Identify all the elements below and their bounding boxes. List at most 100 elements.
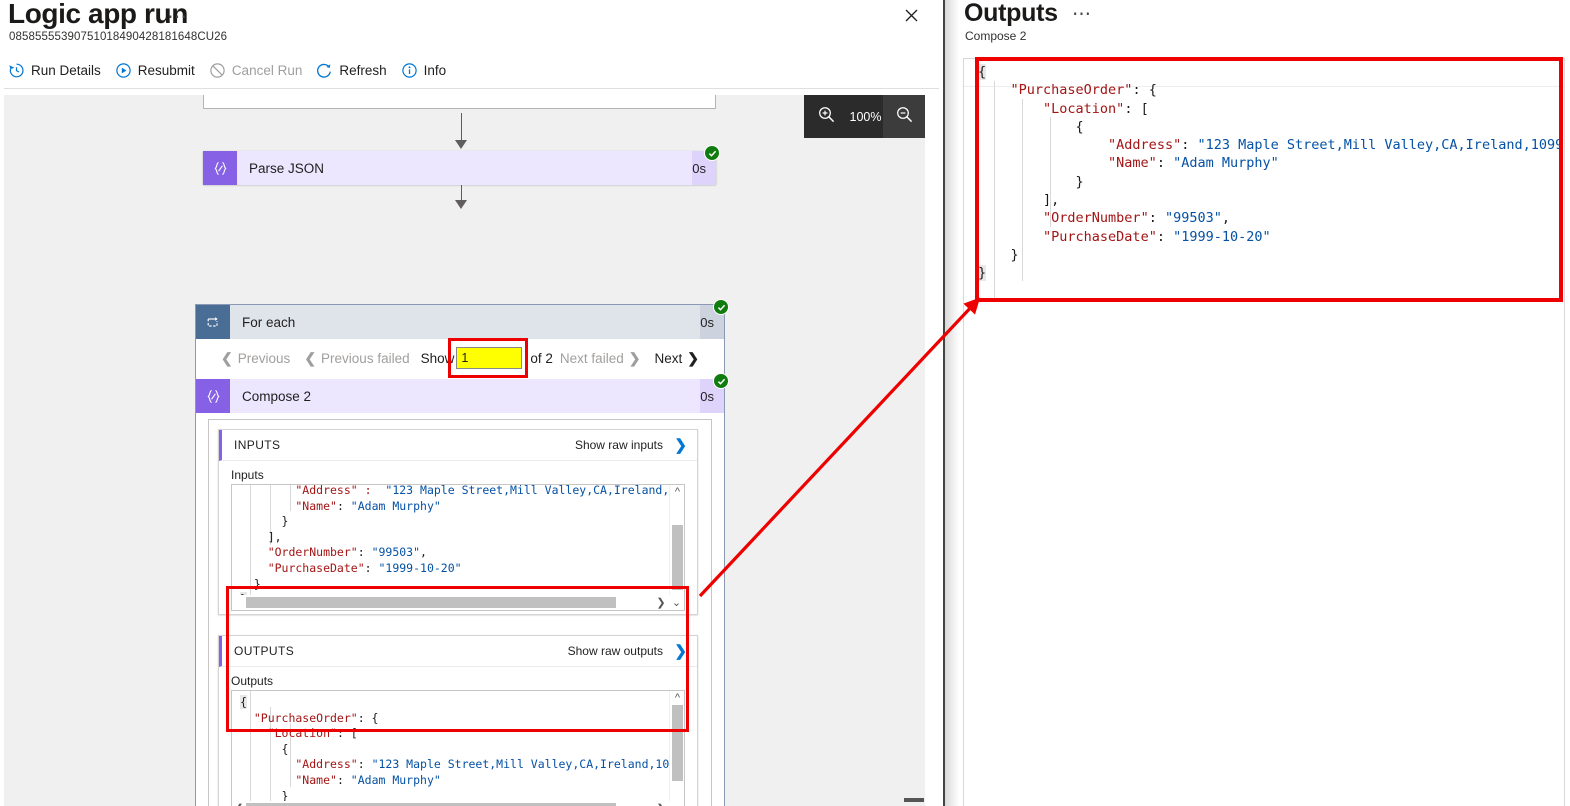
canvas-right-padding	[925, 95, 939, 806]
show-raw-outputs-link[interactable]: Show raw outputs	[568, 644, 663, 658]
status-succeeded-icon	[713, 373, 729, 389]
chevron-down-icon[interactable]: ⌄	[669, 595, 684, 610]
status-succeeded-icon	[713, 299, 729, 315]
node-compose-2-label: Compose 2	[230, 379, 701, 413]
cancel-run-button: Cancel Run	[209, 57, 303, 83]
json-line: }	[1075, 173, 1084, 190]
pager-next-label: Next	[654, 350, 683, 366]
pager-previous-failed-button: ❮ Previous failed	[304, 350, 409, 367]
pager-next-failed-label: Next failed	[559, 350, 624, 366]
chevron-left-icon: ❮	[221, 349, 233, 366]
outputs-vertical-scroll-thumb[interactable]	[672, 705, 683, 781]
inputs-header-label: INPUTS	[234, 438, 281, 452]
compose-2-details-panel: INPUTS Show raw inputs ❯ Inputs "Address…	[208, 419, 712, 806]
connector-arrowhead	[455, 140, 467, 149]
pager-next-button[interactable]: Next ❯	[654, 350, 699, 367]
inputs-card: INPUTS Show raw inputs ❯ Inputs "Address…	[218, 429, 698, 615]
close-blade-button[interactable]	[896, 2, 926, 28]
status-succeeded-icon	[704, 145, 720, 161]
pager-previous-failed-label: Previous failed	[321, 350, 410, 366]
json-line: "PurchaseDate": "1999-10-20"	[1043, 228, 1271, 245]
zoom-level-label: 100%	[848, 95, 883, 138]
canvas-vertical-scrollbar[interactable]	[901, 95, 925, 806]
node-parse-json[interactable]: Parse JSON 0s	[203, 145, 720, 185]
close-icon	[905, 9, 918, 22]
foreach-loop-icon	[196, 305, 230, 339]
more-options-icon[interactable]: ⋯	[1072, 5, 1092, 24]
command-bar: Run Details Resubmit Cancel Run Refresh …	[0, 56, 943, 84]
panel-separator-shadow	[945, 0, 959, 806]
resubmit-button[interactable]: Resubmit	[115, 57, 195, 83]
run-details-label: Run Details	[31, 62, 101, 78]
canvas-horizontal-scroll-thumb[interactable]	[904, 798, 924, 802]
scope-for-each[interactable]: For each 0s ❮ Previous ❮ Previous failed	[195, 299, 729, 806]
node-compose-2[interactable]: Compose 2 0s	[196, 373, 729, 413]
chevron-left-icon[interactable]: ❮	[232, 801, 246, 806]
info-button[interactable]: Info	[401, 57, 447, 83]
logic-app-run-blade: Logic app run ⋯ 085855553907510184904281…	[0, 0, 943, 806]
pager-next-failed-button: Next failed ❯	[560, 350, 641, 367]
outputs-panel-json: { "PurchaseOrder": { "Location": [ { "Ad…	[978, 63, 1564, 283]
more-options-icon[interactable]: ⋯	[167, 7, 188, 27]
inputs-code-box[interactable]: "Address" : "123 Maple Street,Mill Valle…	[231, 484, 685, 611]
inputs-code-text: "Address" : "123 Maple Street,Mill Valle…	[236, 485, 684, 608]
page-title: Logic app run	[8, 0, 188, 29]
zoom-in-button[interactable]	[804, 95, 848, 138]
chevron-right-icon[interactable]: ❯	[654, 595, 668, 610]
chevron-right-icon[interactable]: ❯	[654, 801, 668, 806]
run-details-button[interactable]: Run Details	[8, 57, 101, 83]
show-raw-inputs-link[interactable]: Show raw inputs	[575, 438, 663, 452]
pager-show-label: Show	[420, 350, 455, 366]
pager-previous-label: Previous	[237, 350, 291, 366]
outputs-vertical-scrollbar[interactable]: ^	[669, 691, 684, 801]
zoom-out-magnifier-icon	[895, 105, 914, 129]
refresh-button[interactable]: Refresh	[316, 57, 387, 83]
connector-line	[461, 113, 462, 143]
resubmit-label: Resubmit	[137, 62, 195, 78]
iteration-pager: ❮ Previous ❮ Previous failed Show of 2 N	[196, 338, 724, 378]
indent-guide	[1050, 117, 1051, 227]
cancel-run-label: Cancel Run	[231, 62, 303, 78]
chevron-down-icon[interactable]: ⌄	[669, 801, 684, 806]
inputs-card-header: INPUTS Show raw inputs ❯	[219, 430, 697, 461]
outputs-card-header: OUTPUTS Show raw outputs ❯	[219, 636, 697, 667]
zoom-in-magnifier-icon	[817, 105, 836, 129]
inputs-horizontal-scroll-thumb[interactable]	[246, 597, 616, 608]
run-id-label: 08585555390751018490428181648CU26	[9, 31, 228, 43]
workflow-designer-canvas[interactable]: Parse JSON 0s For each 0s ❮ Previous ❮ P…	[4, 95, 939, 806]
outputs-code-text: { "PurchaseOrder": { "Location": [ { "Ad…	[240, 695, 685, 806]
pager-input-wrap	[448, 338, 529, 378]
outputs-header-label: OUTPUTS	[234, 644, 295, 658]
outputs-panel-title: Outputs	[964, 0, 1058, 27]
history-clock-icon	[8, 62, 25, 79]
outputs-panel-code-frame[interactable]: { "PurchaseOrder": { "Location": [ { "Ad…	[963, 58, 1565, 806]
chevron-right-icon: ❯	[628, 349, 641, 366]
chevron-up-icon[interactable]: ^	[671, 691, 684, 705]
inputs-horizontal-scrollbar[interactable]	[232, 595, 669, 610]
pager-page-input[interactable]	[456, 347, 523, 369]
inputs-sublabel: Inputs	[231, 468, 264, 482]
json-line: "Name": "Adam Murphy"	[1108, 155, 1279, 172]
json-line: }	[978, 265, 987, 282]
chevron-right-icon[interactable]: ❯	[674, 642, 687, 660]
pager-previous-button: ❮ Previous	[221, 350, 290, 367]
info-label: Info	[423, 62, 447, 78]
indent-guide	[1022, 99, 1023, 281]
json-line: {	[1075, 118, 1084, 135]
zoom-out-button[interactable]	[883, 95, 925, 138]
play-circle-icon	[115, 62, 132, 79]
chevron-right-icon: ❯	[687, 349, 699, 366]
json-line: "OrderNumber": "99503",	[1043, 210, 1231, 227]
node-for-each[interactable]: For each 0s	[196, 299, 729, 339]
pager-of-label: of 2	[530, 350, 553, 366]
info-circle-icon	[401, 62, 418, 79]
compose-braces-icon	[203, 151, 237, 185]
chevron-right-icon[interactable]: ❯	[674, 436, 687, 454]
inputs-vertical-scrollbar[interactable]: ^	[669, 485, 684, 595]
chevron-up-icon[interactable]: ^	[671, 485, 684, 499]
outputs-horizontal-scrollbar[interactable]	[232, 801, 669, 806]
connector-arrowhead	[455, 200, 467, 209]
node-parse-json-label: Parse JSON	[237, 151, 693, 185]
inputs-vertical-scroll-thumb[interactable]	[672, 525, 683, 590]
outputs-code-box[interactable]: { "PurchaseOrder": { "Location": [ { "Ad…	[231, 690, 685, 806]
